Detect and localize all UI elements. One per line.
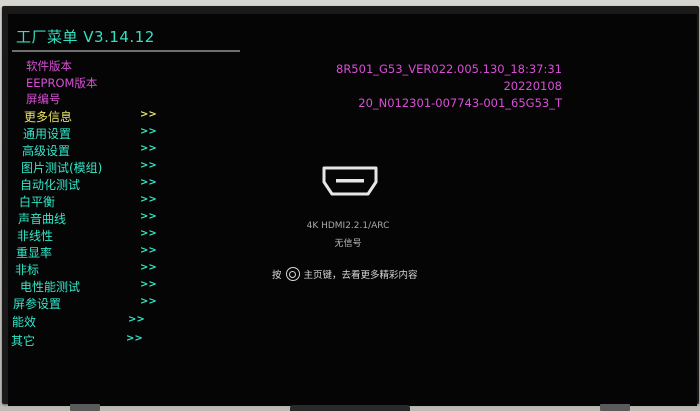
factory-menu-title: 工厂菜单 V3.14.12 (16, 28, 155, 46)
menu-item-sound-curve[interactable]: 声音曲线 >> (8, 210, 168, 227)
hint-prefix: 按 (272, 270, 282, 281)
arrow-icon: >> (128, 314, 145, 325)
panel-number-label: 屏编号 (26, 92, 61, 106)
title-divider (12, 50, 240, 52)
tv-stand-left (70, 404, 100, 411)
tv-stand-right (600, 404, 630, 411)
arrow-icon: >> (140, 262, 157, 273)
arrow-icon: >> (140, 177, 157, 188)
menu-item-nonlinear[interactable]: 非线性 >> (8, 227, 168, 244)
menu-item-energy-efficiency[interactable]: 能效 >> (8, 313, 168, 330)
menu-item-overscan[interactable]: 重显率 >> (8, 244, 168, 261)
menu-item-label: 自动化测试 (20, 178, 81, 192)
eeprom-version-label: EEPROM版本 (26, 76, 98, 90)
menu-item-label: 非线性 (17, 229, 54, 243)
no-signal-status: 无信号 (334, 239, 362, 249)
menu-item-label: 非标 (15, 263, 40, 277)
arrow-icon: >> (140, 160, 157, 171)
menu-item-label: 高级设置 (22, 144, 71, 158)
menu-item-other[interactable]: 其它 >> (8, 332, 168, 349)
menu-item-picture-test[interactable]: 图片测试(模组) >> (8, 159, 168, 176)
menu-item-white-balance[interactable]: 白平衡 >> (8, 193, 168, 210)
menu-item-advanced-settings[interactable]: 高级设置 >> (8, 142, 168, 159)
panel-number-value: 20_N012301-007743-001_65G53_T (358, 96, 562, 110)
menu-item-label: 重显率 (16, 246, 53, 260)
menu-item-electrical-test[interactable]: 电性能测试 >> (8, 278, 168, 295)
tv-bottom-bar (290, 405, 410, 411)
software-version-value: 8R501_G53_VER022.005.130_18:37:31 (336, 62, 562, 76)
menu-item-label: 电性能测试 (20, 280, 81, 294)
input-source-name: 4K HDMI2.2.1/ARC (306, 221, 390, 231)
hint-suffix: 主页键，去看更多精彩内容 (303, 270, 418, 281)
menu-item-label: 其它 (11, 334, 36, 348)
eeprom-version-value: 20220108 (503, 79, 562, 93)
hdmi-icon (322, 166, 378, 196)
arrow-icon: >> (140, 228, 157, 239)
menu-item-label: 更多信息 (24, 110, 73, 124)
tv-bezel: 工厂菜单 V3.14.12 软件版本 8R501_G53_VER022.005.… (2, 6, 699, 406)
tv-screen: 工厂菜单 V3.14.12 软件版本 8R501_G53_VER022.005.… (8, 14, 697, 406)
menu-item-panel-settings[interactable]: 屏参设置 >> (8, 295, 168, 312)
arrow-icon: >> (140, 296, 157, 307)
home-key-hint: 按 主页键，去看更多精彩内容 (272, 267, 418, 281)
menu-item-label: 通用设置 (23, 127, 72, 141)
menu-item-label: 声音曲线 (18, 212, 67, 226)
arrow-icon: >> (126, 333, 143, 344)
arrow-icon: >> (140, 194, 157, 205)
menu-item-automation-test[interactable]: 自动化测试 >> (8, 176, 168, 193)
arrow-icon: >> (140, 245, 157, 256)
menu-item-label: 屏参设置 (13, 297, 62, 311)
menu-item-general-settings[interactable]: 通用设置 >> (8, 125, 168, 142)
menu-item-more-info[interactable]: 更多信息 >> (8, 108, 168, 125)
menu-item-label: 图片测试(模组) (21, 161, 103, 175)
arrow-icon: >> (140, 279, 157, 290)
software-version-label: 软件版本 (26, 59, 72, 73)
home-icon (285, 267, 300, 281)
arrow-icon: >> (140, 126, 157, 137)
menu-item-label: 白平衡 (19, 195, 56, 209)
arrow-icon: >> (140, 211, 157, 222)
menu-item-non-standard[interactable]: 非标 >> (8, 261, 168, 278)
menu-item-label: 能效 (12, 315, 37, 329)
arrow-icon: >> (140, 143, 157, 154)
arrow-icon: >> (140, 109, 157, 120)
